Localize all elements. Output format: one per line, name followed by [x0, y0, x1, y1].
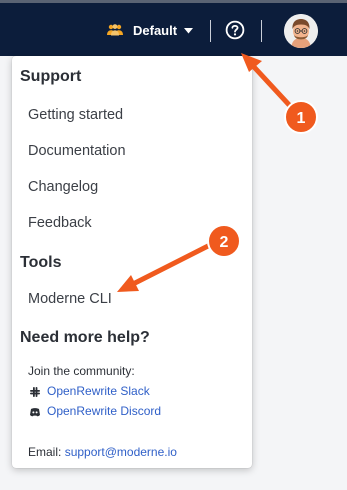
email-label: Email:: [28, 445, 62, 459]
user-avatar[interactable]: [284, 14, 318, 48]
support-email-link[interactable]: support@moderne.io: [65, 445, 177, 459]
top-navigation-bar: Default: [0, 0, 347, 56]
help-section-title: Need more help?: [20, 329, 150, 346]
openrewrite-slack-link[interactable]: OpenRewrite Slack: [30, 384, 150, 399]
annotation-badge-1: [284, 100, 318, 134]
openrewrite-discord-link[interactable]: OpenRewrite Discord: [30, 404, 161, 419]
email-row: Email: support@moderne.io: [28, 445, 177, 460]
menu-item-moderne-cli[interactable]: Moderne CLI: [28, 290, 112, 308]
divider: [261, 20, 262, 42]
discord-link-label: OpenRewrite Discord: [47, 404, 162, 418]
menu-item-changelog[interactable]: Changelog: [28, 178, 98, 196]
menu-item-feedback[interactable]: Feedback: [28, 214, 92, 232]
avatar-illustration-icon: [284, 14, 318, 48]
tools-section-title: Tools: [20, 254, 62, 271]
annotation-badge-1-label: 1: [297, 110, 306, 127]
organization-icon: [107, 24, 123, 36]
community-label: Join the community:: [28, 364, 135, 378]
divider: [210, 20, 211, 42]
slack-link-label: OpenRewrite Slack: [47, 384, 150, 398]
discord-icon: [30, 407, 40, 416]
support-section-title: Support: [20, 68, 82, 85]
menu-item-getting-started[interactable]: Getting started: [28, 106, 123, 124]
chevron-down-icon[interactable]: [184, 28, 193, 34]
help-menu-dropdown: Support Getting started Documentation Ch…: [12, 56, 252, 468]
help-icon[interactable]: [225, 20, 245, 40]
slack-icon: [30, 386, 40, 397]
organization-selector-label[interactable]: Default: [133, 23, 177, 39]
menu-item-documentation[interactable]: Documentation: [28, 142, 126, 160]
